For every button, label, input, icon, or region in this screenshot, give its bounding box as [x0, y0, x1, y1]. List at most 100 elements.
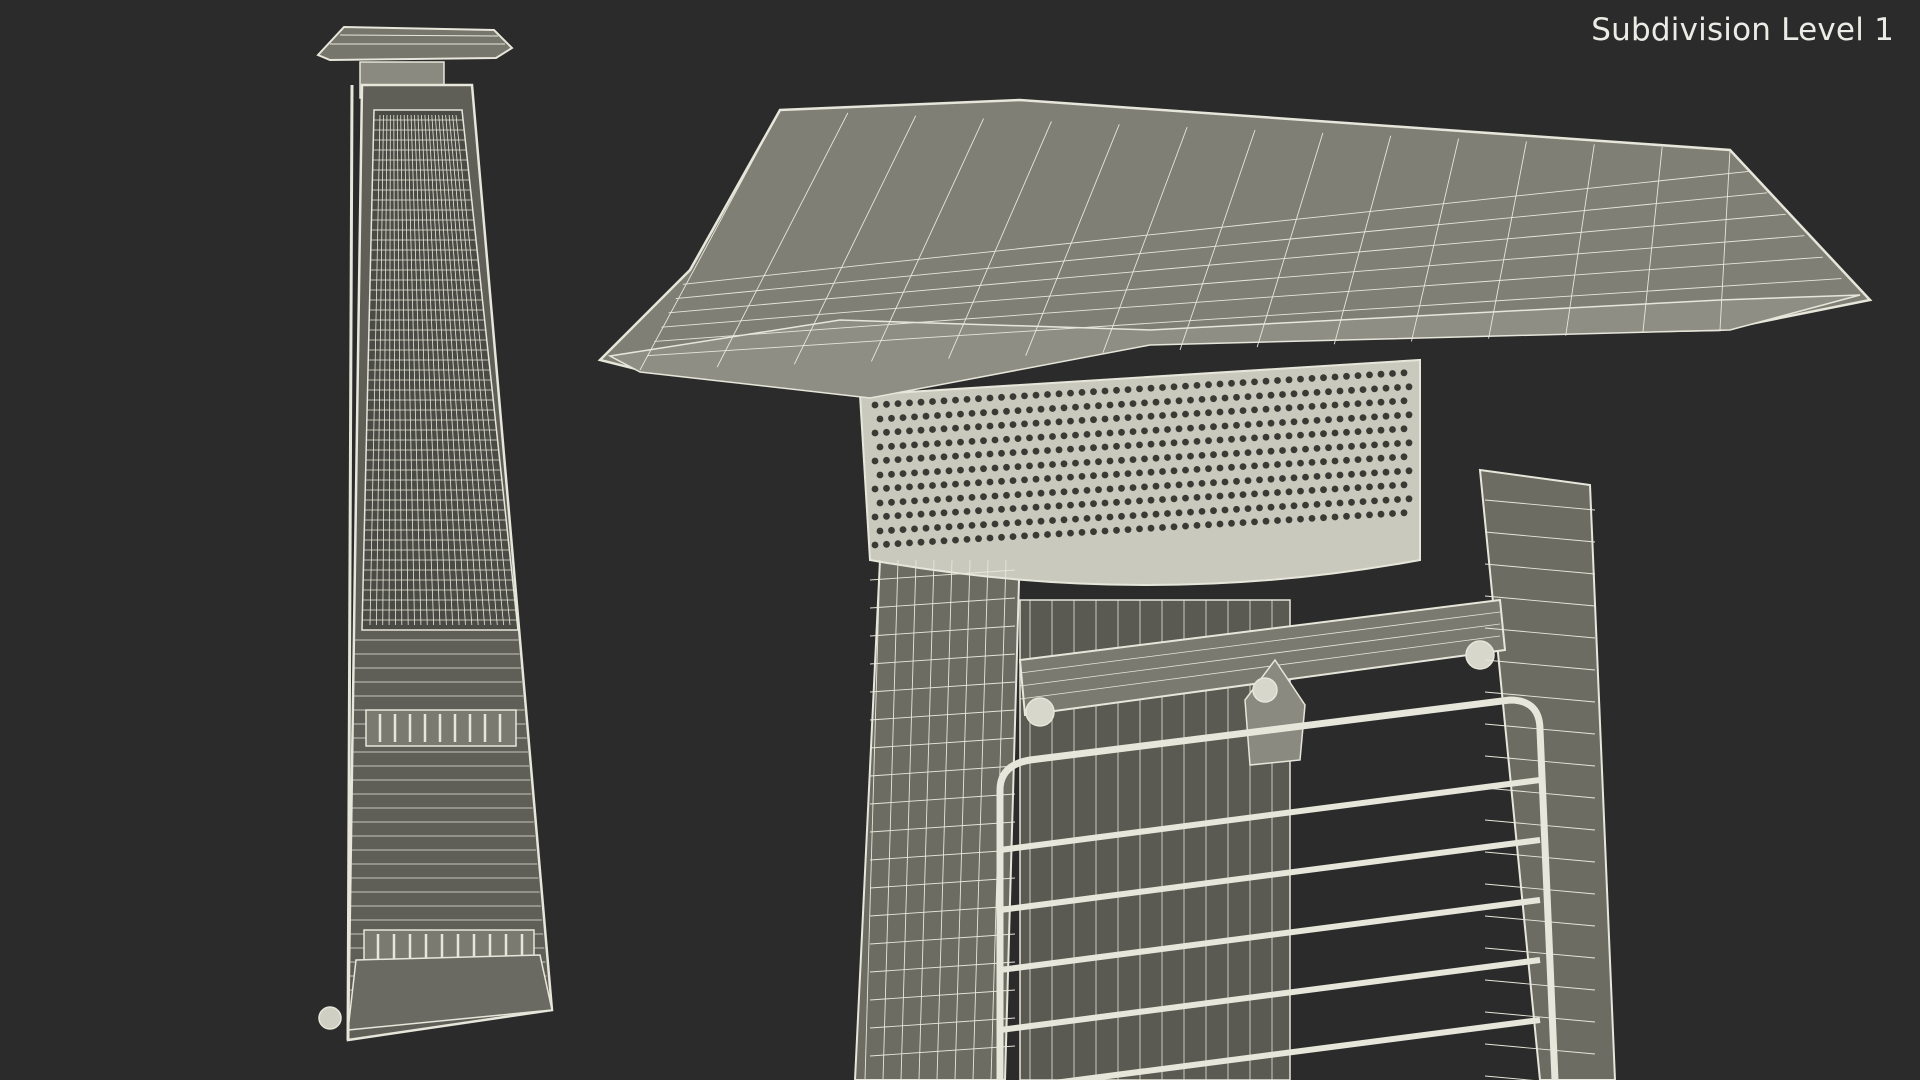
- perforation-hole: [998, 477, 1005, 485]
- perforation-hole: [1152, 510, 1160, 518]
- perforation-hole: [1297, 459, 1304, 467]
- perforation-hole: [1366, 483, 1373, 491]
- perforation-hole: [1336, 415, 1344, 423]
- perforation-hole: [1072, 515, 1079, 523]
- perforation-hole: [1170, 467, 1178, 475]
- perforation-hole: [980, 437, 987, 445]
- perforation-hole: [1389, 454, 1396, 461]
- perforation-hole: [1032, 503, 1040, 511]
- perforation-hole: [1331, 429, 1339, 437]
- perforation-hole: [1262, 461, 1270, 469]
- perforation-hole: [1228, 463, 1235, 471]
- perforation-hole: [906, 455, 913, 463]
- perforation-hole: [1325, 472, 1332, 480]
- perforation-hole: [1182, 466, 1189, 474]
- perforation-hole: [1032, 475, 1040, 483]
- perforation-hole: [1262, 489, 1270, 497]
- perforation-hole: [1320, 430, 1327, 438]
- perforation-hole: [1205, 409, 1212, 417]
- perforation-hole: [1262, 377, 1270, 385]
- perforation-hole: [1198, 508, 1206, 515]
- perforation-hole: [968, 522, 976, 529]
- perforation-hole: [1044, 447, 1051, 454]
- perforation-hole: [917, 426, 925, 434]
- perforation-hole: [1228, 519, 1235, 527]
- perforation-hole: [1205, 521, 1212, 529]
- perforation-hole: [1037, 461, 1045, 469]
- perforation-hole: [1382, 412, 1390, 420]
- perforation-hole: [1348, 386, 1355, 394]
- perforation-hole: [975, 535, 982, 543]
- perforation-hole: [1044, 419, 1051, 426]
- perforation-hole: [1164, 454, 1171, 461]
- perforation-hole: [1170, 523, 1178, 531]
- perforation-hole: [1136, 497, 1143, 505]
- perforation-hole: [1267, 391, 1275, 399]
- perforation-hole: [1003, 491, 1010, 499]
- perforation-hole: [934, 524, 941, 531]
- perforation-hole: [1348, 498, 1355, 506]
- viewport[interactable]: Subdivision Level 1: [0, 0, 1920, 1080]
- perforation-hole: [1198, 396, 1206, 403]
- perforation-hole: [1320, 374, 1327, 382]
- perforation-hole: [1331, 373, 1339, 381]
- perforation-hole: [1129, 512, 1137, 519]
- perforation-hole: [1090, 500, 1097, 508]
- perforation-hole: [934, 440, 941, 447]
- perforation-hole: [1113, 498, 1120, 506]
- perforation-hole: [1026, 406, 1033, 414]
- perforation-hole: [1078, 389, 1086, 396]
- perforation-hole: [906, 539, 913, 547]
- perforation-hole: [1124, 470, 1132, 477]
- perforation-hole: [1400, 481, 1408, 489]
- perforation-hole: [957, 410, 964, 418]
- perforation-hole: [952, 452, 959, 460]
- perforation-hole: [906, 511, 913, 519]
- perforation-hole: [1308, 459, 1316, 466]
- perforation-hole: [957, 466, 964, 474]
- perforation-hole: [1095, 430, 1102, 438]
- perforation-hole: [940, 425, 948, 433]
- perforation-hole: [963, 480, 971, 487]
- perforation-hole: [1302, 417, 1309, 425]
- perforation-hole: [1141, 427, 1148, 435]
- perforation-hole: [917, 538, 925, 546]
- perforation-hole: [1297, 403, 1304, 411]
- perforation-hole: [1228, 435, 1235, 443]
- perforation-hole: [1210, 451, 1217, 459]
- perforation-hole: [1147, 412, 1155, 420]
- perforation-hole: [922, 468, 930, 476]
- perforation-hole: [986, 478, 994, 486]
- perforation-hole: [1366, 399, 1373, 407]
- perforation-hole: [929, 426, 936, 433]
- perforation-hole: [945, 439, 953, 447]
- perforation-hole: [1239, 407, 1247, 414]
- perforation-hole: [1003, 519, 1010, 527]
- perforation-hole: [1251, 406, 1258, 414]
- perforation-hole: [1170, 411, 1178, 419]
- perforation-hole: [1124, 526, 1132, 533]
- perforation-hole: [963, 424, 971, 431]
- perforation-hole: [1170, 439, 1178, 447]
- perforation-hole: [1026, 434, 1033, 442]
- perforation-hole: [1371, 385, 1378, 393]
- perforation-hole: [952, 424, 959, 432]
- perforation-hole: [1021, 448, 1028, 456]
- perforation-hole: [1106, 513, 1114, 521]
- perforation-hole: [1009, 477, 1017, 484]
- perforation-hole: [888, 498, 895, 506]
- perforation-hole: [1216, 464, 1224, 472]
- perforation-hole: [1067, 445, 1074, 453]
- perforation-hole: [1325, 388, 1332, 396]
- perforation-hole: [1239, 379, 1247, 386]
- perforation-hole: [1389, 398, 1396, 405]
- perforation-hole: [922, 496, 930, 504]
- perforation-hole: [1095, 458, 1102, 466]
- perforation-hole: [906, 427, 913, 435]
- perforation-hole: [1175, 397, 1183, 405]
- perforation-hole: [917, 510, 925, 518]
- perforation-hole: [1182, 410, 1189, 418]
- perforation-hole: [957, 494, 964, 502]
- perforation-hole: [1009, 533, 1017, 540]
- perforation-hole: [1021, 476, 1028, 484]
